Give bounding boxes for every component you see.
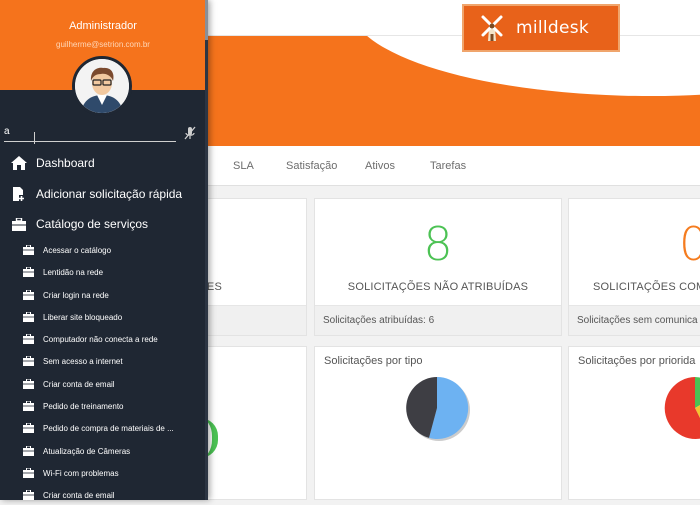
- milldesk-logo[interactable]: milldesk: [462, 4, 620, 52]
- briefcase-icon: [22, 379, 34, 389]
- catalog-item[interactable]: Criar login na rede: [0, 285, 205, 305]
- catalog-item-label: Pedido de compra de materiais de ...: [43, 423, 174, 433]
- catalog-item-label: Criar conta de email: [43, 379, 115, 389]
- catalog-item[interactable]: Lentidão na rede: [0, 262, 205, 282]
- requests-by-type-pie: [406, 376, 470, 441]
- briefcase-icon: [22, 468, 34, 478]
- briefcase-icon: [22, 401, 34, 411]
- briefcase-icon: [22, 312, 34, 322]
- briefcase-icon: [22, 267, 34, 277]
- catalog-item[interactable]: Criar conta de email: [0, 374, 205, 394]
- avatar[interactable]: [72, 56, 132, 116]
- unassigned-caption: SOLICITAÇÕES NÃO ATRIBUÍDAS: [347, 281, 529, 293]
- briefcase-icon: [22, 334, 34, 344]
- third-footer: Solicitações sem comunica: [569, 305, 700, 335]
- tab-satisfacao[interactable]: Satisfação: [286, 160, 337, 172]
- nav-dashboard[interactable]: Dashboard: [0, 150, 205, 176]
- tab-sla[interactable]: SLA: [233, 160, 254, 172]
- sidebar-scrollbar[interactable]: [205, 0, 208, 500]
- user-email: guilherme@setrion.com.br: [56, 40, 150, 49]
- catalog-item-label: Acessar o catálogo: [43, 245, 112, 255]
- catalog-item-label: Lentidão na rede: [43, 267, 104, 277]
- requests-by-priority-pie: [664, 377, 700, 439]
- briefcase-icon: [22, 290, 34, 300]
- briefcase-icon: [22, 356, 34, 366]
- by-type-title: Solicitações por tipo: [324, 355, 423, 367]
- sidebar: Administrador guilherme@setrion.com.br a…: [0, 0, 208, 500]
- requests-by-priority-card[interactable]: Solicitações por priorida: [568, 346, 700, 500]
- nav-service-catalog[interactable]: Catálogo de serviços: [0, 211, 205, 237]
- text-cursor-icon: [34, 132, 40, 144]
- catalog-item[interactable]: Sem acesso a internet: [0, 351, 205, 371]
- by-priority-title: Solicitações por priorida: [578, 355, 696, 367]
- catalog-item[interactable]: Acessar o catálogo: [0, 240, 205, 260]
- catalog-item[interactable]: Computador não conecta a rede: [0, 329, 205, 349]
- catalog-item[interactable]: Liberar site bloqueado: [0, 307, 205, 327]
- tab-ativos[interactable]: Ativos: [365, 160, 395, 172]
- third-count: 0: [679, 217, 700, 271]
- sidebar-search-input[interactable]: a: [4, 124, 176, 142]
- briefcase-icon: [22, 490, 34, 500]
- nav-label: Adicionar solicitação rápida: [36, 187, 183, 201]
- catalog-item[interactable]: Wi-Fi com problemas: [0, 463, 205, 483]
- catalog-item[interactable]: Atualização de Câmeras: [0, 441, 205, 461]
- catalog-item-label: Pedido de treinamento: [43, 401, 124, 411]
- catalog-item-label: Atualização de Câmeras: [43, 446, 131, 456]
- home-icon: [10, 156, 28, 170]
- briefcase-icon: [22, 423, 34, 433]
- catalog-item-label: Wi-Fi com problemas: [43, 468, 119, 478]
- catalog-item[interactable]: Pedido de compra de materiais de ...: [0, 418, 205, 438]
- unassigned-requests-card[interactable]: 8 SOLICITAÇÕES NÃO ATRIBUÍDAS Solicitaçõ…: [314, 198, 562, 336]
- catalog-item-label: Sem acesso a internet: [43, 356, 123, 366]
- nav-label: Catálogo de serviços: [36, 217, 149, 231]
- briefcase-icon: [10, 217, 28, 231]
- user-name: Administrador: [69, 20, 137, 32]
- catalog-item-label: Liberar site bloqueado: [43, 312, 123, 322]
- unassigned-count: 8: [423, 217, 453, 271]
- nav-label: Dashboard: [36, 156, 95, 170]
- catalog-item[interactable]: Criar conta de email: [0, 485, 205, 505]
- logo-text: milldesk: [516, 18, 590, 38]
- catalog-item-label: Criar conta de email: [43, 490, 115, 500]
- add-document-icon: [10, 187, 28, 201]
- tab-tarefas[interactable]: Tarefas: [430, 160, 466, 172]
- briefcase-icon: [22, 446, 34, 456]
- mic-off-icon[interactable]: [183, 126, 197, 140]
- catalog-item[interactable]: Pedido de treinamento: [0, 396, 205, 416]
- nav-add-quick-request[interactable]: Adicionar solicitação rápida: [0, 181, 205, 207]
- requests-by-type-card[interactable]: Solicitações por tipo: [314, 346, 562, 500]
- no-communication-card[interactable]: 0 SOLICITAÇÕES COM Solicitações sem comu…: [568, 198, 700, 336]
- sidebar-scrollbar-thumb[interactable]: [205, 0, 208, 40]
- briefcase-icon: [22, 245, 34, 255]
- third-caption: SOLICITAÇÕES COM: [593, 281, 700, 293]
- assigned-footer: Solicitações atribuídas: 6: [315, 305, 561, 335]
- catalog-item-label: Computador não conecta a rede: [43, 334, 158, 344]
- windmill-icon: [478, 14, 506, 42]
- catalog-item-label: Criar login na rede: [43, 290, 109, 300]
